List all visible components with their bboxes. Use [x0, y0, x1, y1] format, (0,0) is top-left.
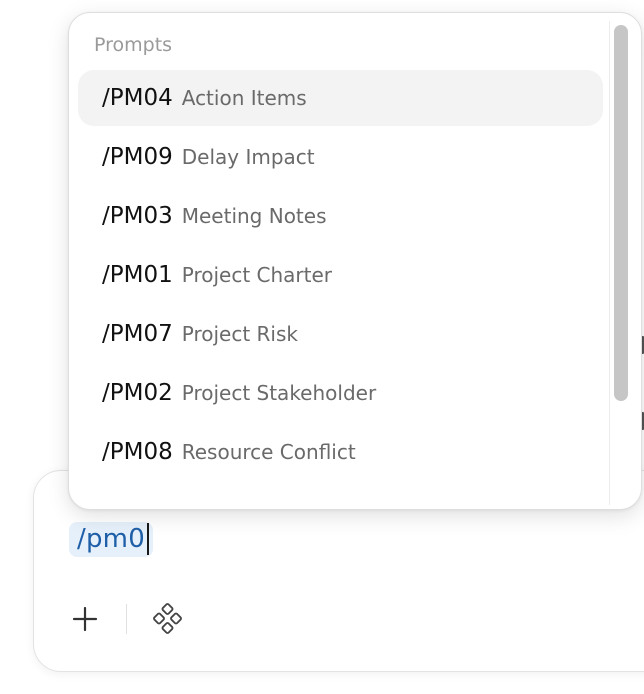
- prompt-description: Resource Conflict: [181, 440, 356, 464]
- prompt-item-pm04[interactable]: /PM04 Action Items: [78, 70, 603, 126]
- prompt-item-pm02[interactable]: /PM02 Project Stakeholder: [78, 365, 603, 421]
- tools-button[interactable]: [149, 600, 187, 638]
- slash-command-token: /pm0: [69, 521, 153, 557]
- add-button[interactable]: [66, 600, 104, 638]
- prompt-command: /PM03: [102, 203, 173, 229]
- composer-toolbar: [66, 600, 187, 638]
- tools-diamond-icon: [153, 603, 182, 634]
- prompt-description: Project Stakeholder: [181, 381, 377, 405]
- prompt-description: Delay Impact: [181, 145, 315, 169]
- plus-icon: [72, 606, 98, 632]
- prompt-description: Meeting Notes: [181, 204, 327, 228]
- prompt-command: /PM01: [102, 262, 173, 288]
- toolbar-divider: [126, 604, 127, 634]
- prompt-command: /PM09: [102, 144, 173, 170]
- prompt-command: /PM02: [102, 380, 173, 406]
- message-input[interactable]: /pm0: [69, 520, 153, 558]
- prompt-command: /PM08: [102, 439, 173, 465]
- page: /pm0 Prompts /PM04 Action Items /PM09 De…: [0, 0, 644, 694]
- text-caret: [146, 523, 149, 555]
- prompt-description: Project Risk: [181, 322, 298, 346]
- prompt-description: Action Items: [181, 86, 307, 110]
- prompt-item-pm01[interactable]: /PM01 Project Charter: [78, 247, 603, 303]
- prompts-list: /PM04 Action Items /PM09 Delay Impact /P…: [78, 70, 603, 483]
- scrollbar-thumb[interactable]: [614, 25, 628, 401]
- prompt-command: /PM07: [102, 321, 173, 347]
- prompt-item-pm09[interactable]: /PM09 Delay Impact: [78, 129, 603, 185]
- prompt-item-pm03[interactable]: /PM03 Meeting Notes: [78, 188, 603, 244]
- popup-header: Prompts: [94, 34, 173, 56]
- prompt-description: Project Charter: [181, 263, 333, 287]
- prompt-item-pm08[interactable]: /PM08 Resource Conflict: [78, 424, 603, 480]
- prompts-popup: Prompts /PM04 Action Items /PM09 Delay I…: [68, 12, 642, 510]
- prompt-item-pm07[interactable]: /PM07 Project Risk: [78, 306, 603, 362]
- prompt-command: /PM04: [102, 85, 173, 111]
